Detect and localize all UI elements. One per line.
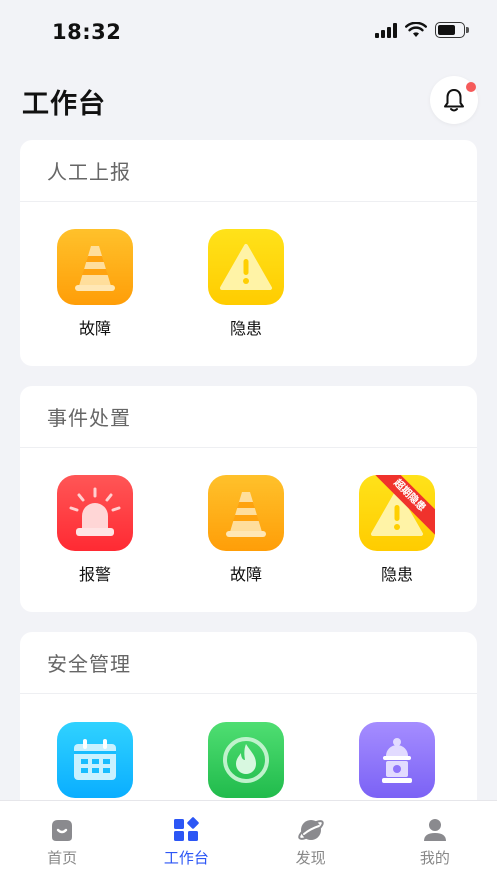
cellular-signal-icon	[375, 22, 397, 38]
tab-label: 工作台	[163, 849, 209, 867]
fire-icon	[208, 722, 284, 798]
wifi-icon	[405, 22, 427, 37]
tile-label: 隐患	[229, 319, 262, 338]
tab-label: 发现	[295, 849, 326, 867]
tile-label: 故障	[229, 565, 262, 584]
warning-triangle-icon: 超期隐患	[359, 475, 435, 551]
tab-profile[interactable]: 我的	[373, 801, 497, 883]
report-fault-tile[interactable]: 故障	[45, 229, 145, 339]
incident-alarm-tile[interactable]: 报警	[45, 475, 145, 585]
traffic-cone-icon	[57, 229, 133, 305]
card-header: 事件处置	[20, 386, 477, 448]
battery-icon	[435, 22, 469, 38]
incident-card: 事件处置 报警 故障 超期隐患 隐患	[20, 386, 477, 612]
report-card: 人工上报 故障 隐患	[20, 140, 477, 366]
incident-fault-tile[interactable]: 故障	[196, 475, 296, 585]
notification-button[interactable]	[430, 76, 478, 124]
traffic-cone-icon	[208, 475, 284, 551]
alarm-siren-icon	[57, 475, 133, 551]
section-title: 安全管理	[47, 652, 131, 676]
section-title: 人工上报	[47, 160, 131, 184]
fire-hydrant-icon	[359, 722, 435, 798]
workbench-icon	[174, 817, 200, 841]
tab-bar: 首页 工作台 发现 我的	[0, 800, 497, 883]
home-icon	[52, 820, 73, 841]
planet-icon	[297, 820, 324, 840]
report-hazard-tile[interactable]: 隐患	[196, 229, 296, 339]
incident-hazard-tile[interactable]: 超期隐患 隐患	[347, 475, 447, 585]
section-title: 事件处置	[47, 406, 131, 430]
card-header: 人工上报	[20, 140, 477, 202]
tile-label: 隐患	[380, 565, 413, 584]
tab-discover[interactable]: 发现	[249, 801, 373, 883]
card-header: 安全管理	[20, 632, 477, 694]
safety-schedule-tile[interactable]	[45, 722, 145, 798]
safety-fire-tile[interactable]	[196, 722, 296, 798]
status-bar: 18:32	[0, 0, 497, 66]
bell-icon	[444, 89, 464, 112]
calendar-icon	[57, 722, 133, 798]
notification-dot	[466, 82, 476, 92]
safety-hydrant-tile[interactable]	[347, 722, 447, 798]
status-time: 18:32	[52, 20, 122, 44]
tab-label: 首页	[47, 849, 78, 867]
user-icon	[423, 819, 446, 841]
tile-label: 故障	[78, 319, 111, 338]
status-icons	[375, 22, 469, 38]
tile-label: 报警	[78, 565, 111, 584]
tab-workbench[interactable]: 工作台	[124, 801, 248, 883]
tab-label: 我的	[419, 849, 450, 867]
warning-triangle-icon	[208, 229, 284, 305]
page-title: 工作台	[22, 89, 106, 120]
tab-home[interactable]: 首页	[0, 801, 124, 883]
